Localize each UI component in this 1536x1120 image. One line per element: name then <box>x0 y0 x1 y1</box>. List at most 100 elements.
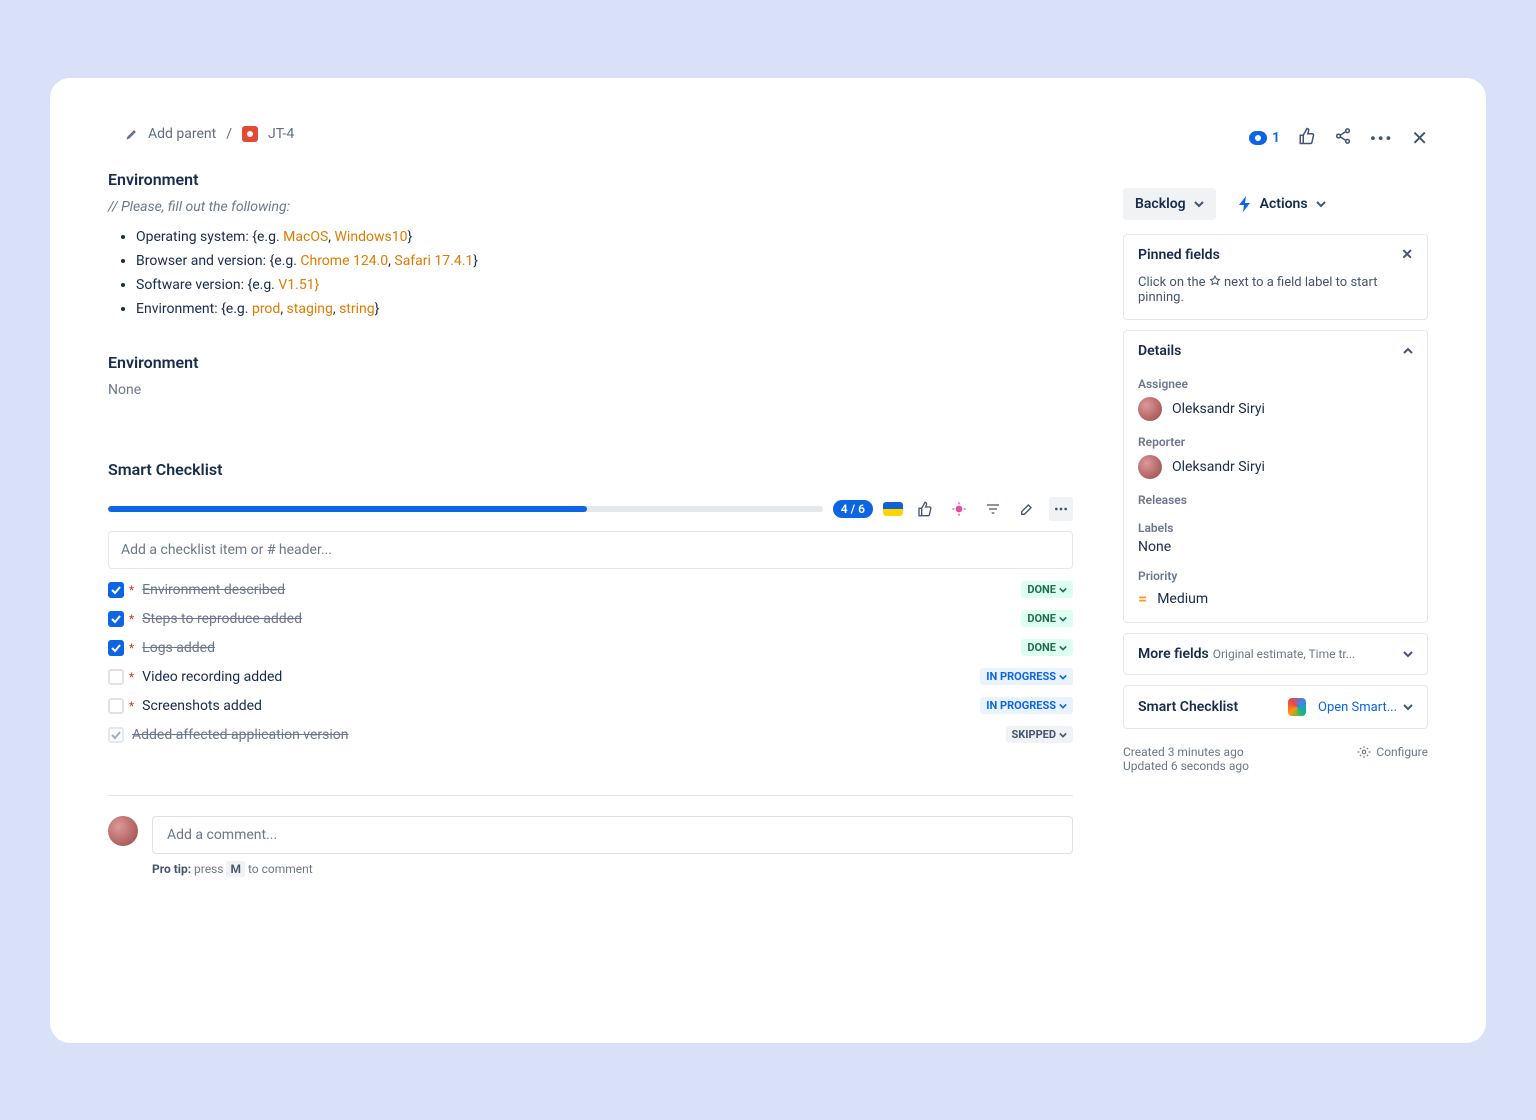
env-second: Environment None <box>108 353 1073 398</box>
checklist-item[interactable]: * Screenshots added IN PROGRESS <box>108 697 1073 714</box>
bug-icon <box>242 126 258 142</box>
kebab-icon[interactable]: ••• <box>1370 129 1393 148</box>
env2-title: Environment <box>108 353 1073 372</box>
required-indicator: * <box>129 670 134 684</box>
checkbox[interactable] <box>108 640 124 656</box>
env2-value: None <box>108 382 1073 398</box>
avatar <box>1138 397 1162 421</box>
env-list-item: Software version: {e.g. V1.51} <box>136 277 1073 293</box>
chevron-down-icon <box>1403 702 1413 712</box>
checklist-item-label: Screenshots added <box>142 698 262 714</box>
status-badge[interactable]: DONE <box>1021 639 1073 656</box>
checkbox[interactable] <box>108 698 124 714</box>
configure-button[interactable]: Configure <box>1357 745 1428 759</box>
checklist-item[interactable]: Added affected application version SKIPPE… <box>108 726 1073 743</box>
status-badge[interactable]: DONE <box>1021 610 1073 627</box>
details-body: Assignee Oleksandr Siryi Reporter Oleksa… <box>1124 371 1427 622</box>
checklist-item[interactable]: *Logs addedDONE <box>108 639 1073 656</box>
checklist-item-label: Steps to reproduce added <box>142 611 302 627</box>
checklist-item[interactable]: *Video recording addedIN PROGRESS <box>108 668 1073 685</box>
checklist: * Environment described DONE * Steps to rep… <box>108 581 1073 743</box>
avatar <box>1138 455 1162 479</box>
breadcrumb-sep: / <box>226 126 232 142</box>
vote-icon[interactable] <box>1298 127 1316 149</box>
chevron-down-icon <box>1403 649 1413 659</box>
chevron-down-icon <box>1194 199 1204 209</box>
checkbox[interactable] <box>108 582 124 598</box>
status-badge[interactable]: IN PROGRESS <box>980 697 1073 714</box>
checkbox[interactable] <box>108 611 124 627</box>
releases-field[interactable]: Releases <box>1138 493 1413 507</box>
pinned-fields-head: Pinned fields ✕ <box>1124 235 1427 275</box>
status-dropdown[interactable]: Backlog <box>1123 188 1216 220</box>
issue-key[interactable]: JT-4 <box>268 126 294 142</box>
side-column: 1 ••• ✕ Backlog Actions Pinned fields ✕ <box>1123 126 1428 999</box>
add-checklist-input[interactable]: Add a checklist item or # header... <box>108 531 1073 569</box>
details-panel: Details Assignee Oleksandr Siryi Reporte… <box>1123 330 1428 623</box>
checklist-item[interactable]: * Steps to reproduce added DONE <box>108 610 1073 627</box>
status-badge[interactable]: DONE <box>1021 581 1073 598</box>
status-badge[interactable]: IN PROGRESS <box>980 668 1073 685</box>
pinned-fields-body: Click on the next to a field label to st… <box>1124 275 1427 319</box>
comment-row: Add a comment... <box>108 816 1073 854</box>
reporter-field[interactable]: Reporter Oleksandr Siryi <box>1138 435 1413 479</box>
required-indicator: * <box>129 612 134 626</box>
bolt-icon <box>1238 196 1252 212</box>
gear-icon <box>1357 745 1371 759</box>
checklist-item-label: Logs added <box>142 640 215 656</box>
progress-fill <box>108 506 587 512</box>
eye-icon <box>1249 131 1267 145</box>
breadcrumb: Add parent / JT-4 <box>126 126 1073 142</box>
actions-dropdown[interactable]: Actions <box>1226 188 1338 220</box>
side-actions: 1 ••• ✕ <box>1123 126 1428 150</box>
share-icon[interactable] <box>1334 127 1352 149</box>
comment-input[interactable]: Add a comment... <box>152 816 1073 854</box>
thumbs-up-icon[interactable] <box>913 497 937 521</box>
required-indicator: * <box>129 699 134 713</box>
issue-card: Add parent / JT-4 Environment // Please,… <box>50 78 1486 1043</box>
m-key: M <box>226 861 245 877</box>
watchers-button[interactable]: 1 <box>1249 130 1280 146</box>
priority-medium-icon: = <box>1138 589 1147 608</box>
checklist-progress-row: 4 / 6 <box>108 497 1073 521</box>
env-title: Environment <box>108 170 1073 189</box>
pin-icon <box>1209 275 1221 287</box>
assignee-field[interactable]: Assignee Oleksandr Siryi <box>1138 377 1413 421</box>
required-indicator: * <box>129 583 134 597</box>
flag-icon <box>883 502 903 516</box>
progress-bar <box>108 506 823 512</box>
edit-icon[interactable] <box>1015 497 1039 521</box>
env-list-item: Operating system: {e.g. MacOS, Windows10… <box>136 229 1073 245</box>
env-list-item: Environment: {e.g. prod, staging, string… <box>136 301 1073 317</box>
more-fields-row[interactable]: More fieldsOriginal estimate, Time tr... <box>1123 633 1428 675</box>
smart-checklist-logo-icon <box>1288 698 1306 716</box>
close-icon[interactable]: ✕ <box>1411 126 1428 150</box>
checklist-item[interactable]: * Environment described DONE <box>108 581 1073 598</box>
filter-icon[interactable] <box>981 497 1005 521</box>
checkbox[interactable] <box>108 669 124 685</box>
labels-field[interactable]: Labels None <box>1138 521 1413 555</box>
pencil-icon <box>126 128 138 140</box>
ai-icon[interactable] <box>947 497 971 521</box>
status-actions-row: Backlog Actions <box>1123 188 1428 220</box>
updated-time: Updated 6 seconds ago <box>1123 759 1249 773</box>
main-column: Add parent / JT-4 Environment // Please,… <box>108 126 1073 999</box>
env-list-item: Browser and version: {e.g. Chrome 124.0,… <box>136 253 1073 269</box>
env-hint: // Please, fill out the following: <box>108 199 1073 215</box>
close-pinned-icon[interactable]: ✕ <box>1401 247 1413 263</box>
tip-prefix: Pro tip: <box>152 862 191 876</box>
chevron-up-icon <box>1403 346 1413 356</box>
chevron-down-icon <box>1316 199 1326 209</box>
created-time: Created 3 minutes ago <box>1123 745 1249 759</box>
priority-field[interactable]: Priority =Medium <box>1138 569 1413 608</box>
checkbox[interactable] <box>108 727 124 743</box>
details-head[interactable]: Details <box>1124 331 1427 371</box>
comment-tip: Pro tip: press M to comment <box>152 862 1073 876</box>
smart-checklist-row[interactable]: Smart Checklist Open Smart... <box>1123 685 1428 729</box>
status-badge[interactable]: SKIPPED <box>1006 726 1074 743</box>
env-list: Operating system: {e.g. MacOS, Windows10… <box>108 229 1073 325</box>
checklist-item-label: Added affected application version <box>132 727 349 743</box>
add-parent-link[interactable]: Add parent <box>148 126 216 142</box>
more-icon[interactable] <box>1049 497 1073 521</box>
checklist-item-label: Environment described <box>142 582 285 598</box>
